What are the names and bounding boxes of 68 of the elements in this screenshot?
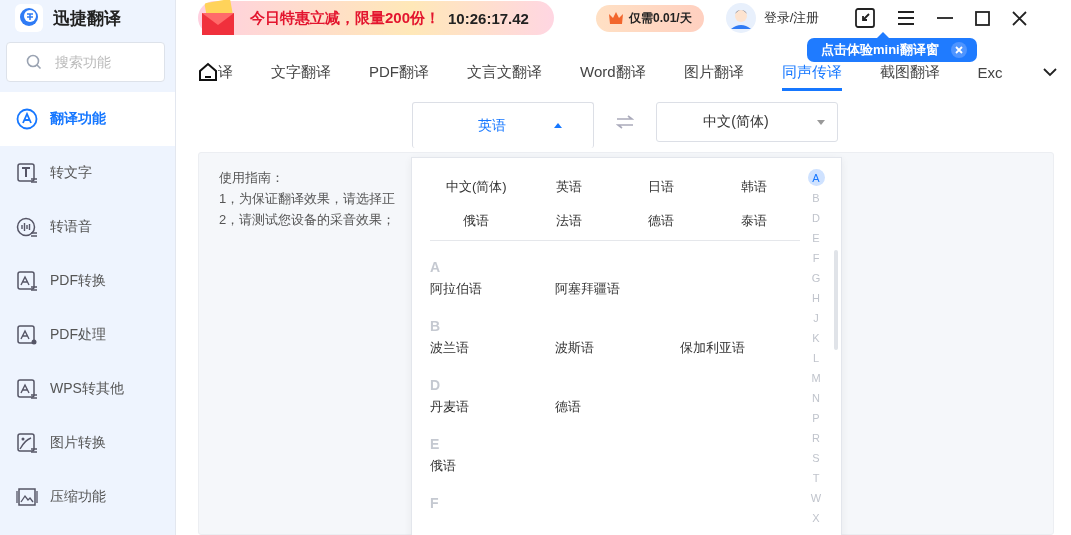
- section-letter: E: [430, 436, 441, 452]
- tab[interactable]: Word翻译: [580, 53, 646, 91]
- letter-t-icon: [16, 162, 38, 184]
- tab[interactable]: PDF翻译: [369, 53, 429, 91]
- guide-text: 1，为保证翻译效果，请选择正: [219, 190, 396, 208]
- login-link[interactable]: 登录/注册: [763, 9, 820, 27]
- language-option[interactable]: 波兰语: [430, 339, 555, 357]
- language-option[interactable]: 保加利亚语: [680, 339, 805, 357]
- minimize-icon[interactable]: [937, 17, 954, 19]
- target-language-select[interactable]: 中文(简体): [656, 102, 838, 142]
- language-option[interactable]: 德语: [615, 212, 708, 230]
- menu-icon[interactable]: [897, 10, 916, 26]
- image-icon: [16, 432, 38, 454]
- sidebar-item[interactable]: WPS转其他: [0, 362, 175, 416]
- tab[interactable]: 译: [218, 53, 233, 91]
- close-icon[interactable]: [1012, 10, 1028, 26]
- guide-title: 使用指南：: [219, 169, 284, 187]
- sidebar-item[interactable]: 图片转换: [0, 416, 175, 470]
- image-icon: [16, 486, 38, 508]
- app-name: 迅捷翻译: [53, 7, 121, 30]
- section-letter: F: [430, 495, 440, 511]
- app-logo-icon: [15, 4, 43, 32]
- language-option[interactable]: 波斯语: [555, 339, 680, 357]
- language-option[interactable]: 中文(简体): [430, 178, 523, 196]
- sidebar-item[interactable]: 压缩功能: [0, 470, 175, 524]
- tab[interactable]: 文字翻译: [271, 53, 331, 91]
- letter-a-icon: [16, 108, 38, 130]
- language-option[interactable]: 韩语: [707, 178, 800, 196]
- home-icon[interactable]: [198, 62, 218, 82]
- tab[interactable]: Exc: [977, 54, 1003, 90]
- sidebar-item[interactable]: PDF处理: [0, 308, 175, 362]
- section-letter: B: [430, 318, 442, 334]
- vip-badge[interactable]: 仅需0.01/天: [596, 4, 704, 32]
- language-option[interactable]: 泰语: [707, 212, 800, 230]
- language-option[interactable]: 法语: [522, 212, 615, 230]
- language-option[interactable]: 俄语: [430, 457, 555, 475]
- language-option[interactable]: 俄语: [430, 212, 523, 230]
- chevron-down-icon[interactable]: [1043, 68, 1057, 77]
- tab[interactable]: 文言文翻译: [467, 53, 542, 91]
- document-icon: [16, 324, 38, 346]
- document-icon: [16, 378, 38, 400]
- language-option[interactable]: 丹麦语: [430, 398, 555, 416]
- mini-window-icon[interactable]: [855, 8, 876, 28]
- maximize-icon[interactable]: [975, 10, 991, 26]
- sidebar-item[interactable]: 转语音: [0, 200, 175, 254]
- section-letter: D: [430, 377, 442, 393]
- sidebar-item[interactable]: 翻译功能: [0, 92, 175, 146]
- language-option[interactable]: 日语: [615, 178, 708, 196]
- search-field[interactable]: 搜索功能: [6, 42, 165, 82]
- language-option[interactable]: 英语: [522, 178, 615, 196]
- tab[interactable]: 图片翻译: [683, 53, 744, 91]
- section-letter: A: [430, 259, 442, 275]
- language-option[interactable]: 阿塞拜疆语: [555, 280, 680, 298]
- sound-wave-icon: [16, 216, 38, 238]
- caret-up-icon: [554, 123, 562, 128]
- promo-banner[interactable]: 今日特惠立减，限量200份！ 10:26:17.42: [198, 1, 554, 35]
- language-option[interactable]: 德语: [555, 398, 680, 416]
- caret-down-icon: [816, 119, 825, 125]
- promo-text: 今日特惠立减，限量200份！: [250, 8, 441, 28]
- crown-icon: [608, 11, 624, 25]
- document-icon: [16, 270, 38, 292]
- sidebar-item[interactable]: PDF转换: [0, 254, 175, 308]
- guide-text: 2，请测试您设备的采音效果；: [219, 211, 396, 229]
- avatar-icon[interactable]: [725, 3, 756, 33]
- source-language-select[interactable]: 英语: [412, 102, 594, 148]
- language-option[interactable]: 阿拉伯语: [430, 280, 555, 298]
- sidebar-item[interactable]: 转文字: [0, 146, 175, 200]
- countdown-timer: 10:26:17.42: [448, 9, 529, 27]
